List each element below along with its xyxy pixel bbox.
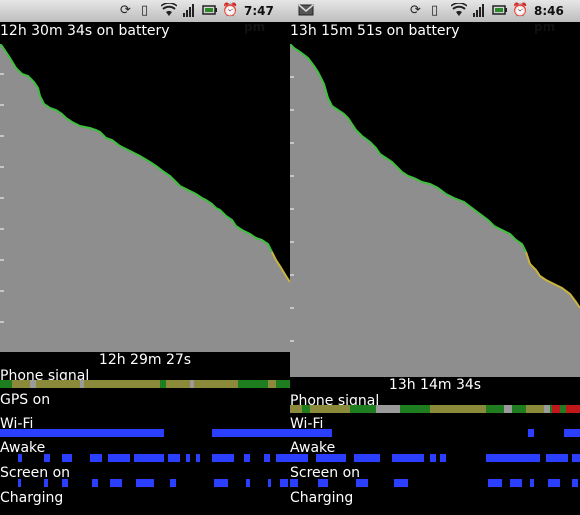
battery-time-title: 13h 15m 51s on battery (290, 23, 460, 39)
clock: 8:46 pm (534, 4, 564, 34)
charging-label: Charging (0, 490, 64, 506)
status-bar: ⟳ ▯ ⏰ 8:46 pm (290, 0, 580, 34)
battery-graph-area (290, 44, 580, 378)
wifi-bar (290, 429, 580, 437)
vibrate-icon: ▯ (141, 3, 149, 18)
sync-icon: ⟳ (120, 3, 131, 18)
signal-icon (182, 3, 196, 22)
gps-on-label: GPS on (0, 392, 51, 408)
phone-signal-bar (0, 380, 290, 388)
alarm-icon: ⏰ (222, 3, 239, 18)
wifi-icon (160, 2, 178, 22)
alarm-icon: ⏰ (512, 3, 529, 18)
battery-level-graph (0, 44, 290, 352)
wifi-icon (450, 2, 468, 22)
phone-signal-bar (290, 405, 580, 413)
signal-icon (472, 3, 486, 22)
awake-bar (290, 454, 580, 462)
battery-time-title: 12h 30m 34s on battery (0, 23, 170, 39)
clock: 7:47 pm (244, 4, 274, 34)
left-battery-screen: ⟳ ▯ ⏰ 7:47 pm 12h 30m 34s on battery 12h… (0, 0, 290, 515)
screen-on-bar (290, 479, 578, 487)
battery-graph-area (0, 44, 290, 352)
awake-bar (18, 454, 290, 462)
charging-label: Charging (290, 490, 354, 506)
battery-icon (202, 3, 218, 22)
status-bar: ⟳ ▯ ⏰ 7:47 pm (0, 0, 290, 34)
wifi-bar (0, 429, 290, 437)
graph-duration-label: 12h 29m 27s (0, 352, 290, 368)
sync-icon: ⟳ (410, 3, 421, 18)
right-battery-screen: ⟳ ▯ ⏰ 8:46 pm 13h 15m 51s on battery 13h… (290, 0, 580, 515)
screen-on-bar (18, 479, 288, 487)
vibrate-icon: ▯ (431, 3, 439, 18)
battery-level-graph (290, 44, 580, 378)
battery-icon (492, 3, 508, 22)
graph-duration-label: 13h 14m 34s (290, 377, 580, 393)
gmail-icon (298, 3, 314, 22)
